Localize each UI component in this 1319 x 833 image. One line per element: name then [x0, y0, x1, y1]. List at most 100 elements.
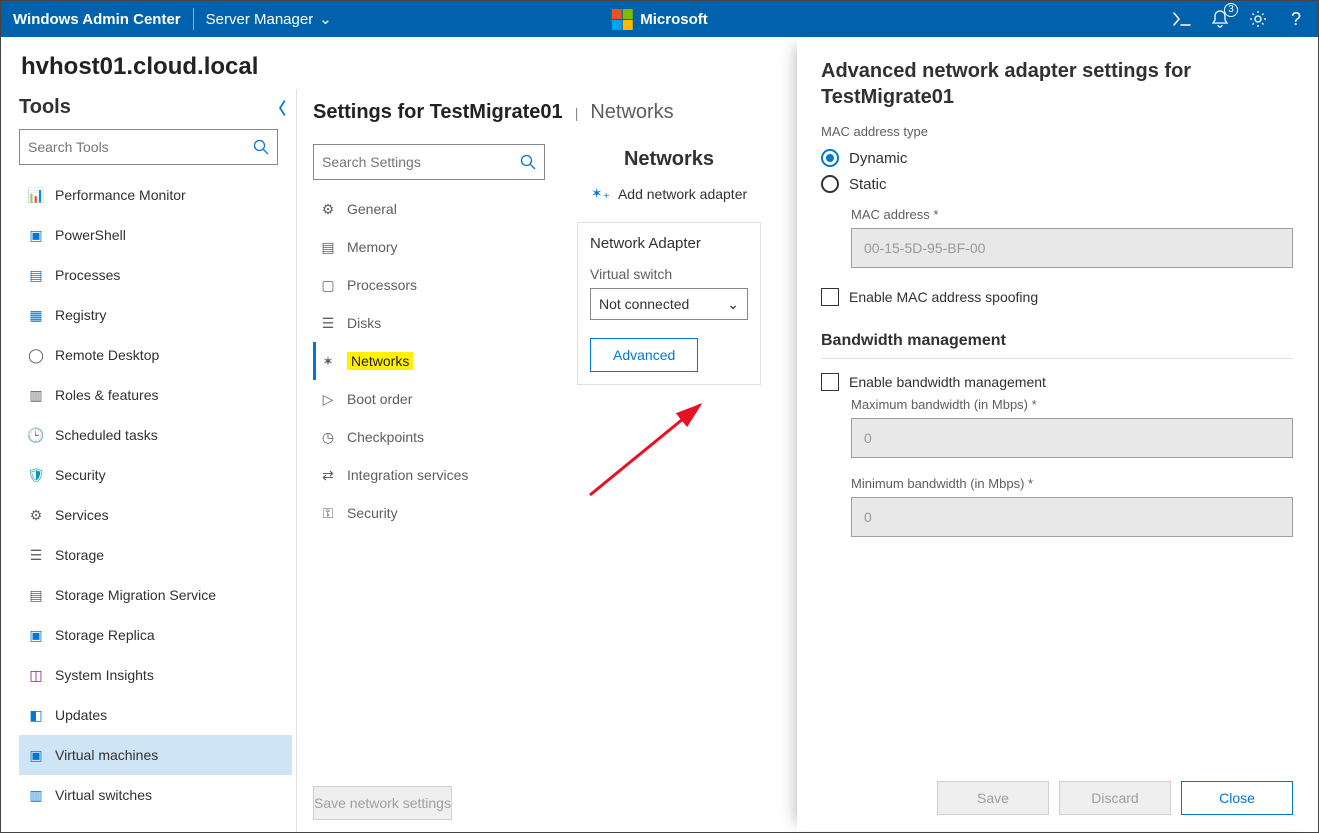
tool-label: Roles & features — [55, 387, 159, 403]
app-title[interactable]: Windows Admin Center — [13, 11, 181, 28]
tool-label: PowerShell — [55, 227, 126, 243]
add-network-adapter[interactable]: ✶₊ Add network adapter — [577, 181, 761, 222]
radio-static-label: Static — [849, 176, 887, 193]
advanced-button[interactable]: Advanced — [590, 338, 698, 372]
gear-icon: ⚙ — [319, 200, 337, 218]
search-icon — [520, 154, 536, 170]
help-icon[interactable]: ? — [1286, 9, 1306, 29]
disk-icon: ☰ — [319, 314, 337, 332]
radio-dynamic-label: Dynamic — [849, 150, 907, 167]
tools-search[interactable] — [19, 129, 278, 165]
rdp-icon: ◯ — [27, 346, 45, 364]
processes-icon: ▤ — [27, 266, 45, 284]
tool-item-storage-migration[interactable]: ▤Storage Migration Service — [19, 575, 292, 615]
networks-page: Networks ✶₊ Add network adapter Network … — [553, 144, 761, 532]
settings-item-networks[interactable]: ✶Networks — [313, 342, 553, 380]
virtual-switch-label: Virtual switch — [590, 266, 748, 282]
tools-list[interactable]: 📊Performance Monitor ▣ PowerShell ▤Proces… — [19, 175, 292, 832]
console-icon[interactable] — [1172, 9, 1192, 29]
tool-item-processes[interactable]: ▤Processes — [19, 255, 292, 295]
tool-item-remote-desktop[interactable]: ◯Remote Desktop — [19, 335, 292, 375]
min-bandwidth-label: Minimum bandwidth (in Mbps) * — [851, 476, 1293, 491]
tool-item-security[interactable]: 🛡Security — [19, 455, 292, 495]
set-label: General — [347, 201, 397, 217]
tool-item-services[interactable]: ⚙ Services — [19, 495, 292, 535]
settings-search-input[interactable] — [322, 154, 520, 170]
tools-search-input[interactable] — [28, 139, 253, 155]
mac-spoofing-label: Enable MAC address spoofing — [849, 289, 1038, 305]
collapse-tools-icon[interactable]: 〈 — [270, 95, 296, 119]
powershell-icon: ▣ — [27, 226, 45, 244]
tool-label: Scheduled tasks — [55, 427, 158, 443]
settings-search[interactable] — [313, 144, 545, 180]
panel-title: Advanced network adapter settings for Te… — [821, 58, 1293, 110]
tools-heading-label: Tools — [19, 96, 71, 119]
mac-spoofing-checkbox[interactable]: Enable MAC address spoofing — [821, 288, 1293, 306]
perf-icon: 📊 — [27, 186, 45, 204]
set-label: Disks — [347, 315, 381, 331]
checkpoint-icon: ◷ — [319, 428, 337, 446]
tool-label: Storage Migration Service — [55, 587, 216, 603]
key-icon: ⚿ — [319, 504, 337, 522]
chevron-down-icon: ⌄ — [319, 10, 332, 28]
settings-heading-prefix: Settings for — [313, 101, 430, 123]
tool-item-performance-monitor[interactable]: 📊Performance Monitor — [19, 175, 292, 215]
tool-item-roles-features[interactable]: ▥ Roles & features — [19, 375, 292, 415]
settings-item-general[interactable]: ⚙ General — [313, 190, 553, 228]
settings-item-processors[interactable]: ▢Processors — [313, 266, 553, 304]
settings-heading-vm: TestMigrate01 — [430, 101, 563, 123]
gear-icon: ⚙ — [27, 506, 45, 524]
tool-item-scheduled-tasks[interactable]: 🕒Scheduled tasks — [19, 415, 292, 455]
min-bandwidth-input: 0 — [851, 497, 1293, 537]
tools-heading: Tools 〈 — [19, 89, 296, 129]
settings-icon[interactable] — [1248, 9, 1268, 29]
tool-item-storage[interactable]: ☰Storage — [19, 535, 292, 575]
settings-item-boot-order[interactable]: ▷ Boot order — [313, 380, 553, 418]
radio-static[interactable]: Static — [821, 175, 1293, 193]
replica-icon: ▣ — [27, 626, 45, 644]
registry-icon: ▦ — [27, 306, 45, 324]
integration-icon: ⇄ — [319, 466, 337, 484]
radio-dynamic[interactable]: Dynamic — [821, 149, 1293, 167]
networks-title: Networks — [577, 144, 761, 181]
set-label: Integration services — [347, 467, 468, 483]
vm-icon: ▣ — [27, 746, 45, 764]
tool-item-updates[interactable]: ◧Updates — [19, 695, 292, 735]
insights-icon: ◫ — [27, 666, 45, 684]
settings-item-memory[interactable]: ▤Memory — [313, 228, 553, 266]
checkbox-icon — [821, 373, 839, 391]
set-label: Boot order — [347, 391, 412, 407]
tool-item-virtual-switches[interactable]: ▥Virtual switches — [19, 775, 292, 815]
tool-item-storage-replica[interactable]: ▣Storage Replica — [19, 615, 292, 655]
bandwidth-enable-checkbox[interactable]: Enable bandwidth management — [821, 373, 1293, 391]
virtual-switch-dropdown[interactable]: Not connected ⌄ — [590, 288, 748, 320]
settings-item-security[interactable]: ⚿Security — [313, 494, 553, 532]
tool-item-powershell[interactable]: ▣ PowerShell — [19, 215, 292, 255]
notifications-icon[interactable]: 3 — [1210, 9, 1230, 29]
tool-item-registry[interactable]: ▦Registry — [19, 295, 292, 335]
tool-item-system-insights[interactable]: ◫System Insights — [19, 655, 292, 695]
mac-address-input: 00-15-5D-95-BF-00 — [851, 228, 1293, 268]
virtual-switch-value: Not connected — [599, 296, 689, 312]
network-icon: ✶ — [319, 352, 337, 370]
add-network-label: Add network adapter — [618, 186, 747, 202]
tool-label: Services — [55, 507, 109, 523]
panel-close-button[interactable]: Close — [1181, 781, 1293, 815]
roles-icon: ▥ — [27, 386, 45, 404]
bandwidth-heading: Bandwidth management — [821, 332, 1293, 359]
vswitch-icon: ▥ — [27, 786, 45, 804]
panel-title-prefix: Advanced network adapter settings for — [821, 60, 1191, 82]
tool-item-virtual-machines[interactable]: ▣Virtual machines — [19, 735, 292, 775]
settings-crumb: Networks — [590, 101, 673, 124]
settings-list: ⚙ General ▤Memory ▢Processors ☰ Disks ✶Net… — [313, 190, 553, 532]
settings-item-disks[interactable]: ☰ Disks — [313, 304, 553, 342]
storage-icon: ☰ — [27, 546, 45, 564]
settings-item-integration[interactable]: ⇄ Integration services — [313, 456, 553, 494]
radio-icon — [821, 175, 839, 193]
tool-picker[interactable]: Server Manager ⌄ — [206, 10, 332, 28]
ms-brand-label: Microsoft — [640, 11, 708, 28]
network-adapter-card: Network Adapter Virtual switch Not conne… — [577, 222, 761, 385]
network-footer: Save network settings — [297, 774, 777, 832]
boot-icon: ▷ — [319, 390, 337, 408]
settings-item-checkpoints[interactable]: ◷Checkpoints — [313, 418, 553, 456]
